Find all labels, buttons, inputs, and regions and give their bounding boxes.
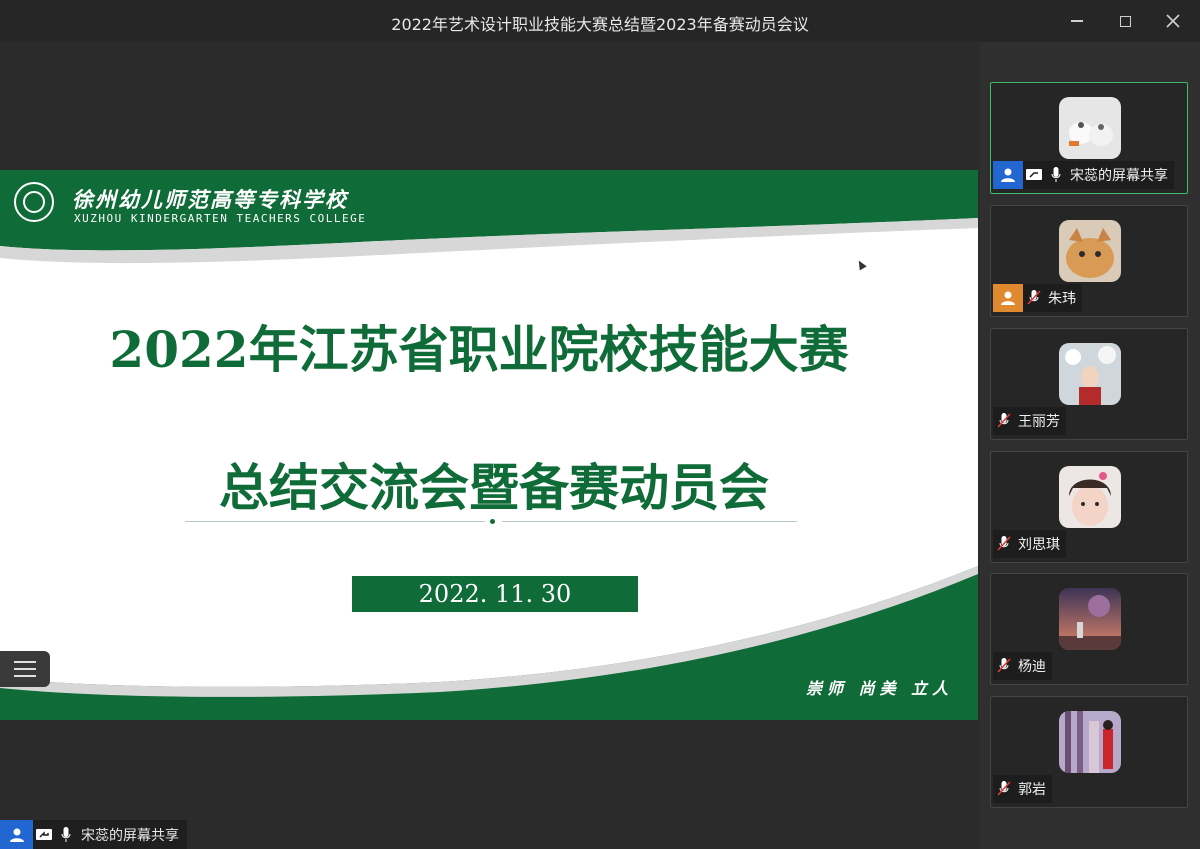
school-logo xyxy=(14,182,54,222)
minimize-icon xyxy=(1071,20,1083,22)
participant-namebar: 朱玮 xyxy=(993,284,1082,312)
avatar xyxy=(1059,220,1121,282)
avatar xyxy=(1059,466,1121,528)
list-menu-icon xyxy=(14,661,36,663)
user-icon xyxy=(993,284,1023,312)
school-name-cn: 徐州幼儿师范高等专科学校 xyxy=(72,187,348,212)
participant-tile[interactable]: 刘思琪 xyxy=(990,451,1188,563)
divider-left xyxy=(185,521,485,522)
microphone-icon xyxy=(1045,161,1067,189)
slide-headline-line2: 总结交流会暨备赛动员会 xyxy=(219,458,769,517)
participant-name: 宋蕊的屏幕共享 xyxy=(1070,168,1168,184)
microphone-muted-icon xyxy=(993,407,1015,435)
screen-share-icon xyxy=(33,821,55,849)
participant-namebar: 王丽芳 xyxy=(993,407,1066,435)
list-menu-button[interactable] xyxy=(0,651,50,687)
participant-tile[interactable]: 宋蕊的屏幕共享 xyxy=(990,82,1188,194)
screen-share-indicator: 宋蕊的屏幕共享 xyxy=(0,820,187,849)
participant-tile[interactable]: 朱玮 xyxy=(990,205,1188,317)
meeting-window: 2022年艺术设计职业技能大赛总结暨2023年备赛动员会议 徐州幼儿师范高等专科… xyxy=(0,0,1200,849)
participant-name: 郭岩 xyxy=(1018,782,1046,798)
microphone-muted-icon xyxy=(993,530,1015,558)
microphone-muted-icon xyxy=(993,652,1015,680)
participant-namebar: 宋蕊的屏幕共享 xyxy=(993,161,1174,189)
minimize-button[interactable] xyxy=(1062,6,1092,36)
school-motto: 崇师 尚美 立人 xyxy=(806,679,954,698)
slide-background-waves xyxy=(0,170,978,720)
microphone-muted-icon xyxy=(1023,284,1045,312)
participant-name: 刘思琪 xyxy=(1018,537,1060,553)
title-bar: 2022年艺术设计职业技能大赛总结暨2023年备赛动员会议 xyxy=(0,0,1200,42)
slide-date: 2022. 11. 30 xyxy=(352,576,638,612)
participant-name: 王丽芳 xyxy=(1018,414,1060,430)
user-icon xyxy=(0,820,33,849)
participant-namebar: 杨迪 xyxy=(993,652,1052,680)
participant-tile[interactable]: 杨迪 xyxy=(990,573,1188,685)
presentation-slide: 徐州幼儿师范高等专科学校 XUZHOU KINDERGARTEN TEACHER… xyxy=(0,170,978,720)
slide-headline-line1: 2022年江苏省职业院校技能大赛 xyxy=(109,320,849,379)
close-button[interactable] xyxy=(1158,6,1188,36)
avatar xyxy=(1059,711,1121,773)
school-name-en: XUZHOU KINDERGARTEN TEACHERS COLLEGE xyxy=(74,212,367,225)
share-indicator-label: 宋蕊的屏幕共享 xyxy=(81,827,179,844)
divider-right xyxy=(502,521,797,522)
participant-tile[interactable]: 王丽芳 xyxy=(990,328,1188,440)
maximize-icon xyxy=(1119,15,1131,27)
shared-screen-area: 徐州幼儿师范高等专科学校 XUZHOU KINDERGARTEN TEACHER… xyxy=(0,42,980,849)
participant-namebar: 郭岩 xyxy=(993,775,1052,803)
close-icon xyxy=(1166,14,1180,28)
microphone-muted-icon xyxy=(993,775,1015,803)
avatar xyxy=(1059,97,1121,159)
participant-namebar: 刘思琪 xyxy=(993,530,1066,558)
avatar xyxy=(1059,588,1121,650)
microphone-icon xyxy=(55,821,77,849)
participants-panel: 宋蕊的屏幕共享 朱玮 王丽芳 刘思琪 杨迪 郭岩 xyxy=(980,42,1200,849)
window-title: 2022年艺术设计职业技能大赛总结暨2023年备赛动员会议 xyxy=(391,15,809,34)
participant-tile[interactable]: 郭岩 xyxy=(990,696,1188,808)
screen-share-icon xyxy=(1023,161,1045,189)
maximize-button[interactable] xyxy=(1110,6,1140,36)
avatar xyxy=(1059,343,1121,405)
participant-name: 朱玮 xyxy=(1048,291,1076,307)
user-icon xyxy=(993,161,1023,189)
divider-dot xyxy=(490,519,495,524)
participant-name: 杨迪 xyxy=(1018,659,1046,675)
